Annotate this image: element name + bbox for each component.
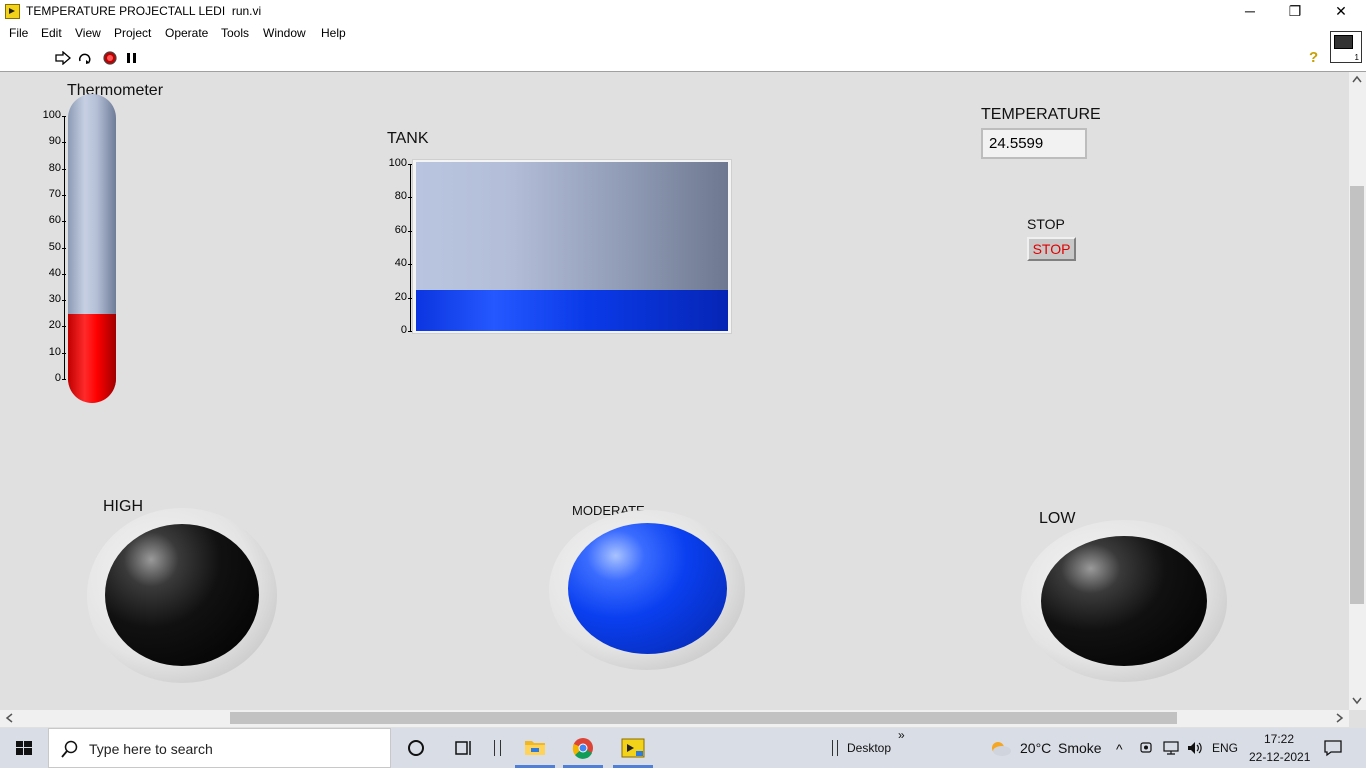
thermometer-tick-label: 50 [48, 240, 61, 253]
high-led-label: HIGH [103, 498, 143, 515]
tank-tick-label: 40 [394, 257, 407, 270]
scroll-down-arrow-icon[interactable] [1352, 697, 1362, 705]
thermometer-tick-label: 60 [48, 214, 61, 227]
scroll-up-arrow-icon[interactable] [1352, 75, 1362, 83]
show-hidden-icons-chevron[interactable]: ^ [1116, 741, 1123, 757]
labview-vi-icon [5, 4, 20, 19]
windows-start-icon[interactable] [0, 728, 48, 768]
abort-execution-icon[interactable] [102, 51, 118, 65]
run-arrow-icon[interactable] [55, 51, 71, 65]
stop-button[interactable]: STOP [1027, 237, 1076, 261]
thermometer-tick-label: 0 [54, 372, 61, 384]
thermometer-tick-label: 40 [48, 266, 61, 279]
menu-project[interactable]: Project [114, 26, 151, 40]
thermometer-tick-label: 80 [48, 161, 61, 174]
stop-label: STOP [1027, 216, 1065, 232]
scroll-right-arrow-icon[interactable] [1336, 713, 1344, 723]
tank-tick-label: 60 [394, 223, 407, 236]
meet-now-icon[interactable] [1139, 740, 1153, 756]
horizontal-scroll-thumb[interactable] [230, 712, 1177, 724]
weather-sun-icon[interactable] [988, 739, 1012, 757]
taskbar-search-box[interactable]: Type here to search [48, 728, 391, 768]
menu-bar: File Edit View Project Operate Tools Win… [0, 23, 1366, 45]
volume-icon[interactable] [1186, 740, 1204, 756]
vi-connector-icon[interactable]: 1 [1330, 31, 1362, 63]
menu-file[interactable]: File [9, 26, 28, 40]
network-icon[interactable] [1162, 740, 1180, 756]
low-led-label: LOW [1039, 510, 1076, 527]
input-language[interactable]: ENG [1212, 741, 1238, 755]
low-led[interactable] [1041, 536, 1207, 666]
moderate-led[interactable] [568, 523, 727, 654]
tank-tick-label: 100 [388, 157, 407, 169]
thermometer-tube[interactable] [68, 94, 116, 403]
tank-tick-label: 80 [394, 190, 407, 203]
thermometer-tick-label: 20 [48, 319, 61, 332]
clock-time[interactable]: 17:22 [1264, 732, 1294, 746]
cortana-icon[interactable] [407, 739, 425, 757]
thermometer-tick-label: 70 [48, 187, 61, 200]
thermometer-tick-label: 30 [48, 293, 61, 306]
thermometer-tick [62, 379, 66, 380]
minimize-button[interactable]: ─ [1227, 0, 1273, 23]
window-title: TEMPERATURE PROJECTALL LEDI run.vi [26, 4, 262, 18]
high-led[interactable] [105, 524, 259, 666]
run-continuously-icon[interactable] [77, 51, 93, 65]
temperature-label: TEMPERATURE [981, 106, 1101, 123]
tank-tick-label: 0 [400, 324, 407, 336]
close-button[interactable]: ✕ [1318, 0, 1364, 23]
thermometer-tick-label: 100 [42, 109, 61, 121]
tank-tick-label: 20 [394, 290, 407, 303]
thermometer-scale-axis [64, 116, 65, 379]
menu-operate[interactable]: Operate [165, 26, 208, 40]
tank-scale-axis [410, 164, 411, 331]
weather-temperature[interactable]: 20°C [1020, 740, 1051, 756]
thermometer-fill [68, 314, 116, 403]
file-explorer-icon[interactable] [524, 737, 546, 757]
desktop-toolbar-divider [832, 740, 838, 756]
menu-tools[interactable]: Tools [221, 26, 249, 40]
taskbar-divider [494, 740, 501, 756]
notification-center-icon[interactable] [1323, 739, 1343, 757]
menu-help[interactable]: Help [321, 26, 346, 40]
temperature-value: 24.5599 [989, 135, 1044, 152]
tank-indicator[interactable] [416, 162, 728, 331]
search-icon [61, 740, 78, 758]
toolbar-overflow-chevron[interactable]: » [898, 728, 905, 742]
context-help-icon[interactable]: ? [1309, 49, 1318, 66]
tank-fill [416, 290, 728, 331]
labview-taskbar-icon[interactable] [621, 737, 645, 759]
menu-edit[interactable]: Edit [41, 26, 62, 40]
scroll-left-arrow-icon[interactable] [5, 713, 13, 723]
vertical-scroll-thumb[interactable] [1350, 186, 1364, 604]
task-view-icon[interactable] [454, 739, 474, 757]
weather-description[interactable]: Smoke [1058, 740, 1102, 756]
chrome-icon[interactable] [572, 737, 594, 759]
clock-date[interactable]: 22-12-2021 [1249, 750, 1310, 764]
title-bar: TEMPERATURE PROJECTALL LEDI run.vi ─ ❐ ✕ [0, 0, 1366, 23]
vi-icon-number: 1 [1354, 53, 1359, 62]
menu-window[interactable]: Window [263, 26, 306, 40]
thermometer-tick-label: 90 [48, 135, 61, 148]
tank-label: TANK [387, 130, 429, 147]
desktop-toolbar-label[interactable]: Desktop [847, 741, 891, 755]
maximize-button[interactable]: ❐ [1272, 0, 1318, 23]
toolbar: ? [0, 45, 1366, 72]
menu-view[interactable]: View [75, 26, 101, 40]
pause-icon[interactable] [124, 51, 140, 65]
thermometer-tick-label: 10 [48, 345, 61, 358]
temperature-indicator[interactable]: 24.5599 [981, 128, 1087, 159]
search-placeholder: Type here to search [89, 741, 213, 757]
